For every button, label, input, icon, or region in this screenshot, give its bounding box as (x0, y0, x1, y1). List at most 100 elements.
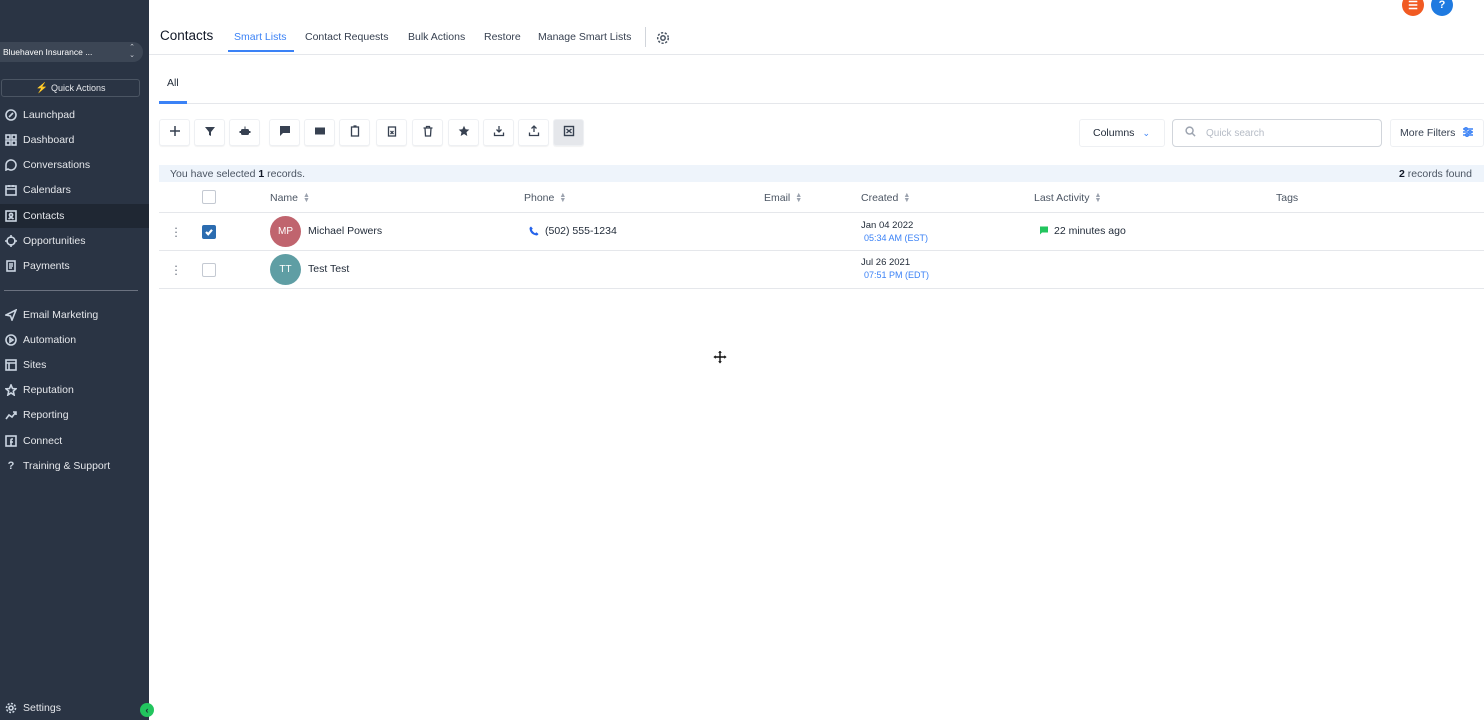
tab-bulk-actions[interactable]: Bulk Actions (408, 31, 465, 43)
sidebar-item-contacts[interactable]: Contacts (0, 204, 149, 228)
sidebar-item-reporting[interactable]: Reporting (0, 403, 149, 427)
tab-manage-smart-lists[interactable]: Manage Smart Lists (538, 31, 631, 43)
trend-chart-icon (4, 408, 18, 422)
created-time-value: 05:34 AM (EST) (864, 233, 929, 243)
import-button[interactable] (483, 119, 514, 146)
move-cursor-icon (712, 349, 728, 365)
column-header-name[interactable]: Name ▲ ▼ (270, 192, 310, 204)
row-checkbox[interactable] (202, 225, 216, 239)
selection-bar: You have selected 1 records. 2 records f… (159, 165, 1484, 182)
sidebar-item-label: Sites (23, 359, 47, 371)
sidebar-item-label: Settings (23, 702, 61, 714)
sidebar-item-calendars[interactable]: Calendars (0, 178, 149, 202)
quick-actions-label: Quick Actions (50, 83, 106, 93)
sidebar-item-label: Payments (23, 260, 70, 272)
table-row[interactable]: · · · TT Test Test Jul 26 2021 07:51 PM (E… (159, 251, 1484, 289)
select-all-checkbox[interactable] (202, 190, 216, 204)
contact-phone[interactable]: (502) 555-1234 (529, 225, 617, 237)
quick-actions-button[interactable]: ⚡ Quick Actions (1, 79, 140, 97)
add-tag-button[interactable] (339, 119, 370, 146)
star-icon (4, 383, 18, 397)
sidebar-item-label: Calendars (23, 184, 71, 196)
sidebar-item-label: Contacts (23, 210, 65, 222)
remove-tag-button[interactable] (376, 119, 407, 146)
sidebar-item-connect[interactable]: Connect (0, 429, 149, 453)
table-header: Name ▲ ▼ Phone ▲ ▼ Email ▲ ▼ Created ▲ ▼ Last Ac… (159, 182, 1484, 213)
sidebar-item-label: Opportunities (23, 235, 86, 247)
tab-all[interactable]: All (167, 77, 179, 89)
contact-name[interactable]: Michael Powers (308, 225, 382, 237)
sort-icon: ▲ ▼ (1094, 192, 1102, 204)
tab-smart-lists[interactable]: Smart Lists (234, 31, 287, 43)
export-icon (528, 125, 540, 140)
sidebar-item-opportunities[interactable]: Opportunities (0, 229, 149, 253)
row-actions-icon[interactable]: · · · (173, 259, 179, 280)
sidebar: Bluehaven Insurance ... ⌃ ⌄ ⚡ Quick Actio… (0, 0, 154, 720)
last-activity-value: 22 minutes ago (1054, 225, 1126, 237)
add-contact-button[interactable] (159, 119, 190, 146)
sidebar-item-conversations[interactable]: Conversations (0, 153, 149, 177)
sidebar-item-automation[interactable]: Automation (0, 328, 149, 352)
more-filters-button[interactable]: More Filters (1390, 119, 1484, 147)
filter-icon (204, 125, 216, 140)
sidebar-item-payments[interactable]: Payments (0, 254, 149, 278)
selection-suffix: records. (267, 168, 306, 180)
paper-plane-icon (4, 308, 18, 322)
column-header-label: Created (861, 192, 899, 204)
sidebar-item-email-marketing[interactable]: Email Marketing (0, 303, 149, 327)
filter-button[interactable] (194, 119, 225, 146)
import-icon (493, 125, 505, 140)
columns-dropdown[interactable]: Columns ⌄ (1079, 119, 1165, 147)
collapse-sidebar-button[interactable]: ‹ (140, 703, 154, 717)
sidebar-item-training-support[interactable]: ? Training & Support (0, 454, 149, 478)
table-row[interactable]: · · · MP Michael Powers (502) 555-1234 Jan… (159, 213, 1484, 251)
records-found-count: 2 (1399, 168, 1405, 180)
column-header-last-activity[interactable]: Last Activity ▲ ▼ (1034, 192, 1101, 204)
created-date: Jul 26 2021 07:51 PM (EDT) (861, 257, 929, 281)
sidebar-item-sites[interactable]: Sites (0, 353, 149, 377)
export-button[interactable] (518, 119, 549, 146)
smart-list-tabs: All (159, 56, 1484, 104)
sidebar-item-reputation[interactable]: Reputation (0, 378, 149, 402)
workflow-button[interactable] (229, 119, 260, 146)
column-header-created[interactable]: Created ▲ ▼ (861, 192, 910, 204)
tab-restore[interactable]: Restore (484, 31, 521, 43)
send-email-button[interactable] (304, 119, 335, 146)
merge-button[interactable] (553, 119, 584, 146)
sidebar-item-settings[interactable]: Settings (0, 696, 149, 720)
contact-card-icon (4, 209, 18, 223)
paste-icon (386, 125, 398, 140)
row-checkbox[interactable] (202, 263, 216, 277)
column-header-phone[interactable]: Phone ▲ ▼ (524, 192, 566, 204)
quick-search-input[interactable] (1206, 127, 1366, 139)
column-header-label: Last Activity (1034, 192, 1090, 204)
email-icon (314, 125, 326, 140)
contact-name[interactable]: Test Test (308, 263, 349, 275)
sidebar-divider (4, 290, 138, 291)
notifications-button[interactable]: ☰ (1402, 0, 1424, 16)
sort-icon: ▲ ▼ (795, 192, 803, 204)
columns-label: Columns (1093, 127, 1135, 139)
created-time-value: 07:51 PM (EDT) (864, 270, 930, 280)
sidebar-item-dashboard[interactable]: Dashboard (0, 128, 149, 152)
tab-contact-requests[interactable]: Contact Requests (305, 31, 388, 43)
sidebar-item-label: Training & Support (23, 460, 111, 472)
send-sms-button[interactable] (269, 119, 300, 146)
review-request-button[interactable] (448, 119, 479, 146)
settings-gear-icon[interactable] (656, 31, 670, 45)
sms-icon (279, 125, 291, 140)
column-header-email[interactable]: Email ▲ ▼ (764, 192, 802, 204)
quick-search[interactable] (1172, 119, 1382, 147)
chevron-left-icon: ‹ (145, 705, 149, 715)
help-button[interactable]: ? (1431, 0, 1453, 16)
delete-button[interactable] (412, 119, 443, 146)
account-switcher[interactable]: Bluehaven Insurance ... ⌃ ⌄ (0, 42, 143, 62)
row-actions-icon[interactable]: · · · (173, 221, 179, 242)
avatar: TT (270, 254, 301, 285)
list-icon: ☰ (1408, 0, 1418, 12)
sidebar-item-label: Automation (23, 334, 77, 346)
sidebar-item-launchpad[interactable]: Launchpad (0, 103, 149, 127)
sidebar-item-label: Connect (23, 435, 63, 447)
created-date: Jan 04 2022 05:34 AM (EST) (861, 220, 928, 244)
question-icon: ? (1438, 0, 1446, 11)
